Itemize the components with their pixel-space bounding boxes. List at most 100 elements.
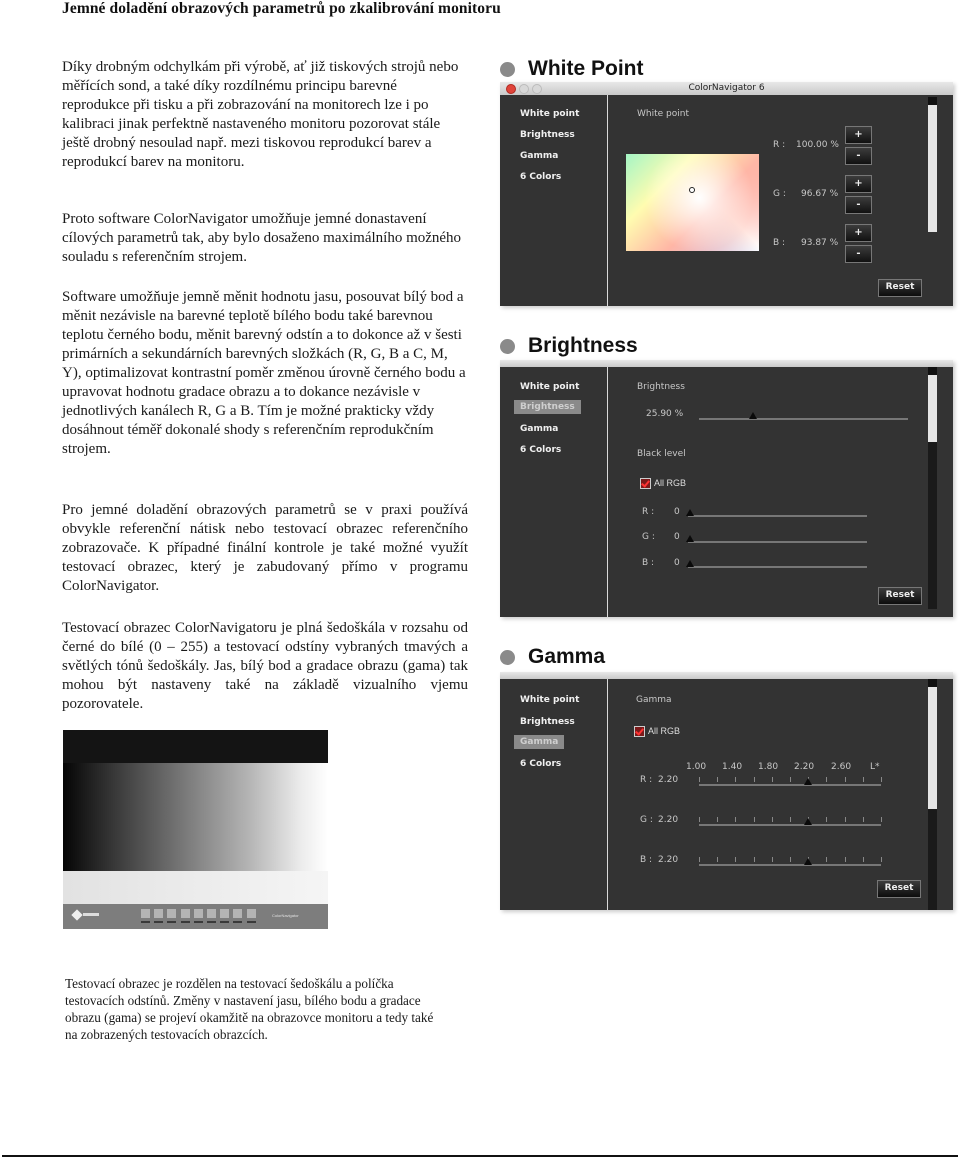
sidebar-item-6-colors[interactable]: 6 Colors	[514, 170, 567, 184]
sidebar-item-gamma[interactable]: Gamma	[514, 422, 564, 436]
decrease-r-button[interactable]: -	[845, 147, 872, 165]
brightness-slider-thumb[interactable]	[749, 412, 758, 419]
page-title: Jemné doladění obrazových parametrů po z…	[62, 0, 501, 17]
gamma-slider-track[interactable]	[699, 824, 881, 826]
sidebar-item-6-colors[interactable]: 6 Colors	[514, 443, 567, 457]
test-pattern-swatch-label	[193, 921, 203, 923]
reset-button[interactable]: Reset	[877, 880, 921, 898]
increase-r-button[interactable]: +	[845, 126, 872, 144]
gamma-tick-mark	[862, 817, 864, 822]
colornavigator-window-white-point: ColorNavigator 6 White point Brightness …	[500, 82, 953, 306]
gamma-tick-mark	[699, 817, 700, 822]
test-pattern-swatch-label	[233, 921, 243, 923]
gamma-scale-label: 1.40	[722, 762, 743, 772]
test-pattern-swatch-label	[220, 921, 230, 923]
black-b-slider-thumb[interactable]	[686, 560, 694, 567]
gamma-slider-track[interactable]	[699, 864, 881, 866]
channel-label-r: R :	[773, 140, 786, 150]
sidebar-item-6-colors[interactable]: 6 Colors	[514, 757, 567, 771]
brightness-value: 25.90 %	[646, 409, 684, 419]
white-point-color-picker[interactable]	[626, 154, 759, 251]
panel-label: White point	[637, 109, 689, 119]
black-g-slider-thumb[interactable]	[686, 535, 694, 542]
gamma-value-g: 2.20	[658, 815, 679, 825]
sidebar-item-gamma[interactable]: Gamma	[514, 735, 565, 749]
black-b-slider-track[interactable]	[688, 566, 867, 568]
gamma-tick-mark	[862, 857, 864, 862]
black-value-b: 0	[674, 558, 680, 568]
gamma-tick-mark	[790, 817, 791, 822]
gamma-value-r: 2.20	[658, 775, 679, 785]
black-r-slider-track[interactable]	[688, 515, 867, 517]
paragraph-software-features: Software umožňuje jemně měnit hodnotu ja…	[62, 289, 466, 457]
sidebar-item-brightness[interactable]: Brightness	[514, 715, 581, 729]
test-pattern-light-band	[63, 871, 328, 904]
paragraph-reference-proof: Pro jemné doladění obrazových parametrů …	[62, 502, 468, 594]
decrease-b-button[interactable]: -	[845, 245, 872, 263]
section-heading-brightness: Brightness	[500, 334, 638, 358]
channel-value-r: 100.00 %	[796, 140, 839, 150]
gamma-tick-mark	[699, 857, 700, 862]
gamma-tick-mark	[753, 857, 755, 862]
zoom-window-button[interactable]	[532, 84, 542, 94]
gamma-tick-mark	[862, 777, 864, 782]
panel-label: Gamma	[636, 695, 672, 705]
minimize-window-button[interactable]	[519, 84, 529, 94]
window-titlebar	[500, 360, 953, 367]
gamma-slider-thumb[interactable]	[804, 818, 813, 825]
test-pattern-swatch	[246, 909, 256, 918]
black-r-slider-thumb[interactable]	[686, 509, 694, 516]
grayscale-test-pattern-image: ColorNavigator	[63, 730, 328, 929]
sidebar-item-white-point[interactable]: White point	[514, 107, 585, 121]
window-titlebar	[500, 672, 953, 679]
gamma-slider-thumb[interactable]	[804, 778, 813, 785]
gamma-scale-label: L*	[870, 762, 880, 772]
sidebar-item-brightness[interactable]: Brightness	[514, 128, 581, 142]
black-label-g: G :	[642, 532, 655, 542]
sidebar-item-white-point[interactable]: White point	[514, 380, 585, 394]
sidebar-nav: White point Brightness Gamma 6 Colors	[500, 679, 608, 910]
increase-g-button[interactable]: +	[845, 175, 872, 193]
test-pattern-swatch-label	[207, 921, 216, 923]
reset-button[interactable]: Reset	[878, 587, 922, 605]
test-pattern-swatch	[167, 909, 177, 918]
all-rgb-checkbox[interactable]	[640, 478, 651, 489]
test-pattern-swatch	[180, 909, 190, 918]
decrease-g-button[interactable]: -	[845, 196, 872, 214]
black-value-g: 0	[674, 532, 680, 542]
sidebar-item-white-point[interactable]: White point	[514, 693, 585, 707]
gamma-tick-mark	[771, 777, 773, 782]
gamma-tick-mark	[735, 857, 737, 862]
bullet-icon	[500, 61, 515, 77]
black-level-label: Black level	[637, 449, 686, 459]
scrollbar[interactable]	[928, 679, 937, 910]
gamma-tick-mark	[753, 777, 755, 782]
gamma-slider-thumb[interactable]	[804, 858, 813, 865]
test-pattern-swatch	[193, 909, 203, 918]
channel-label-g: G :	[773, 189, 786, 199]
gamma-tick-mark	[881, 777, 882, 782]
channel-value-b: 93.87 %	[801, 238, 839, 248]
gamma-tick-mark	[771, 817, 773, 822]
gamma-tick-mark	[717, 857, 719, 862]
brightness-slider-track[interactable]	[699, 418, 908, 420]
black-g-slider-track[interactable]	[688, 541, 867, 543]
gamma-scale-label: 2.20	[794, 762, 815, 772]
increase-b-button[interactable]: +	[845, 224, 872, 242]
channel-label-b: B :	[773, 238, 786, 248]
gamma-tick-mark	[790, 857, 791, 862]
paragraph-colornavigator: Proto software ColorNavigator umožňuje j…	[62, 211, 462, 265]
scrollbar[interactable]	[928, 97, 937, 232]
gamma-tick-mark	[881, 817, 882, 822]
all-rgb-checkbox[interactable]	[634, 726, 645, 737]
sidebar-item-gamma[interactable]: Gamma	[514, 149, 564, 163]
sidebar-item-brightness[interactable]: Brightness	[514, 400, 581, 414]
scrollbar[interactable]	[928, 367, 937, 609]
test-pattern-brand: ColorNavigator	[272, 913, 299, 918]
close-window-button[interactable]	[506, 84, 516, 94]
gamma-tick-mark	[790, 777, 791, 782]
reset-button[interactable]: Reset	[878, 279, 922, 297]
gamma-slider-track[interactable]	[699, 784, 881, 786]
gamma-scale-label: 1.00	[686, 762, 707, 772]
white-point-marker[interactable]	[689, 187, 695, 193]
